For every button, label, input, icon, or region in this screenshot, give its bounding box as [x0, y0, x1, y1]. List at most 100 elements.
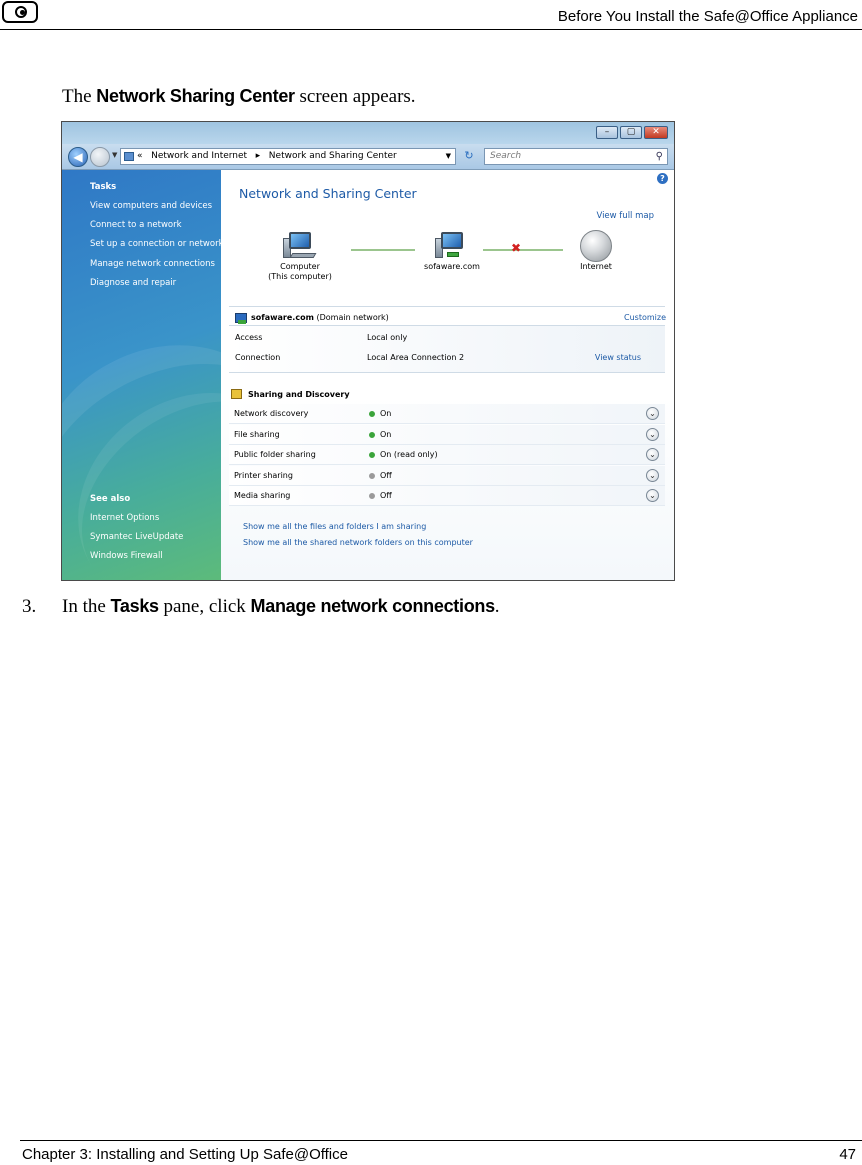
network-row-access: Access Local only: [229, 331, 649, 345]
computer-sublabel: (This computer): [268, 272, 332, 281]
map-node-internet[interactable]: Internet: [561, 230, 631, 272]
footer-divider: [20, 1140, 862, 1141]
close-button[interactable]: ✕: [644, 126, 668, 139]
customize-link[interactable]: Customize: [624, 313, 666, 322]
task-view-computers[interactable]: View computers and devices: [90, 201, 212, 211]
step-number: 3.: [22, 596, 37, 617]
internet-globe-icon: [580, 230, 612, 262]
row-label: Connection: [235, 353, 281, 362]
footer-chapter: Chapter 3: Installing and Setting Up Saf…: [22, 1146, 348, 1163]
history-dropdown-icon[interactable]: ▼: [112, 151, 117, 159]
sharing-row-label: Network discovery: [234, 409, 309, 418]
intro-prefix: The: [62, 86, 97, 107]
expand-chevron-icon[interactable]: ⌄: [646, 407, 659, 420]
expand-chevron-icon[interactable]: ⌄: [646, 468, 659, 482]
address-bar[interactable]: « Network and Internet ▸ Network and Sha…: [120, 148, 456, 165]
see-also-windows-firewall[interactable]: Windows Firewall: [90, 551, 163, 561]
sharing-row-label: Public folder sharing: [234, 450, 316, 460]
maximize-button[interactable]: ▢: [620, 126, 642, 139]
safe-office-logo-icon: [2, 1, 38, 23]
content-title: Network and Sharing Center: [239, 186, 417, 201]
see-also-internet-options[interactable]: Internet Options: [90, 513, 159, 523]
sharing-row-value: On: [380, 409, 392, 418]
network-label: sofaware.com: [424, 262, 480, 271]
page-header-title: Before You Install the Safe@Office Appli…: [557, 8, 858, 25]
domain-network-icon: [235, 313, 247, 324]
network-name: sofaware.com (Domain network): [235, 313, 389, 324]
see-also-header: See also: [90, 494, 131, 504]
help-icon[interactable]: ?: [657, 173, 668, 184]
task-set-up-connection[interactable]: Set up a connection or network: [90, 239, 221, 249]
sharing-row: File sharing On ⌄: [229, 424, 665, 445]
expand-chevron-icon[interactable]: ⌄: [646, 489, 659, 503]
intro-paragraph: The Network Sharing Center screen appear…: [62, 86, 416, 108]
network-computer-icon: [435, 232, 469, 262]
status-dot-icon: [369, 472, 375, 479]
address-dropdown-icon[interactable]: ▼: [446, 149, 451, 164]
network-name-bold: sofaware.com: [251, 313, 314, 322]
step-bold-manage: Manage network connections: [250, 596, 496, 616]
back-arrow-icon[interactable]: ◀: [68, 147, 88, 167]
intro-suffix: screen appears.: [294, 86, 416, 107]
sharing-row: Media sharing Off ⌄: [229, 486, 665, 507]
search-placeholder: Search: [490, 151, 522, 161]
computer-icon: [283, 232, 317, 262]
search-input[interactable]: Search ⚲: [484, 148, 668, 165]
divider: [229, 306, 665, 307]
breadcrumb-overflow[interactable]: «: [137, 151, 143, 161]
address-toolbar: ◀ ▼ « Network and Internet ▸ Network and…: [62, 144, 674, 170]
computer-label: Computer: [280, 262, 320, 271]
tasks-pane: Tasks View computers and devices Connect…: [62, 170, 221, 580]
sharing-icon: [231, 389, 242, 399]
sharing-header-label: Sharing and Discovery: [248, 390, 350, 399]
search-icon[interactable]: ⚲: [656, 149, 663, 164]
task-diagnose-and-repair[interactable]: Diagnose and repair: [90, 278, 176, 288]
breadcrumb-network-and-sharing-center[interactable]: Network and Sharing Center: [269, 151, 397, 161]
header-divider: [0, 29, 862, 30]
content-pane: ? Network and Sharing Center View full m…: [221, 170, 674, 580]
sharing-row-label: Printer sharing: [234, 470, 293, 480]
refresh-icon[interactable]: ↻: [460, 149, 478, 165]
sharing-row-value: Off: [380, 470, 392, 480]
sharing-row: Printer sharing Off ⌄: [229, 465, 665, 486]
see-also-symantec-liveupdate[interactable]: Symantec LiveUpdate: [90, 532, 183, 542]
minimize-button[interactable]: –: [596, 126, 618, 139]
map-node-computer[interactable]: Computer (This computer): [265, 232, 335, 282]
network-row-connection: Connection Local Area Connection 2 View …: [229, 351, 649, 365]
window-titlebar: – ▢ ✕: [62, 122, 674, 144]
network-folder-icon: [124, 152, 134, 161]
intro-bold: Network Sharing Center: [96, 86, 295, 106]
expand-chevron-icon[interactable]: ⌄: [646, 427, 659, 441]
page-number: 47: [839, 1146, 856, 1163]
step-prefix: In the: [62, 596, 111, 617]
internet-label: Internet: [580, 262, 612, 271]
row-value: Local only: [367, 333, 408, 342]
step-3: 3. In the Tasks pane, click Manage networ…: [22, 596, 500, 618]
sharing-row: Public folder sharing On (read only) ⌄: [229, 445, 665, 466]
task-connect-to-network[interactable]: Connect to a network: [90, 220, 182, 230]
show-shared-folders-link[interactable]: Show me all the shared network folders o…: [243, 538, 473, 547]
view-full-map-link[interactable]: View full map: [596, 211, 654, 221]
row-value: Local Area Connection 2: [367, 353, 465, 362]
task-manage-network-connections[interactable]: Manage network connections: [90, 259, 215, 269]
sharing-row-label: Media sharing: [234, 491, 291, 501]
sharing-row-value: On (read only): [380, 450, 438, 460]
status-dot-icon: [369, 411, 375, 417]
map-link-line-2: [483, 249, 563, 251]
sharing-discovery-header: Sharing and Discovery: [231, 389, 350, 399]
sharing-row-value: Off: [380, 491, 392, 501]
breadcrumb-separator[interactable]: ▸: [256, 151, 261, 161]
map-node-network[interactable]: sofaware.com: [417, 232, 487, 272]
network-type: (Domain network): [316, 313, 389, 322]
breadcrumb-network-and-internet[interactable]: Network and Internet: [151, 151, 247, 161]
expand-chevron-icon[interactable]: ⌄: [646, 448, 659, 462]
status-dot-icon: [369, 493, 375, 500]
network-sharing-center-screenshot: – ▢ ✕ ◀ ▼ « Network and Internet ▸ Netwo…: [61, 121, 675, 581]
row-label: Access: [235, 333, 263, 342]
forward-arrow-icon[interactable]: [90, 147, 110, 167]
step-suffix: .: [494, 596, 500, 617]
status-dot-icon: [369, 431, 375, 438]
sharing-row-label: File sharing: [234, 429, 280, 439]
view-status-link[interactable]: View status: [595, 351, 641, 365]
show-shared-files-link[interactable]: Show me all the files and folders I am s…: [243, 522, 426, 531]
